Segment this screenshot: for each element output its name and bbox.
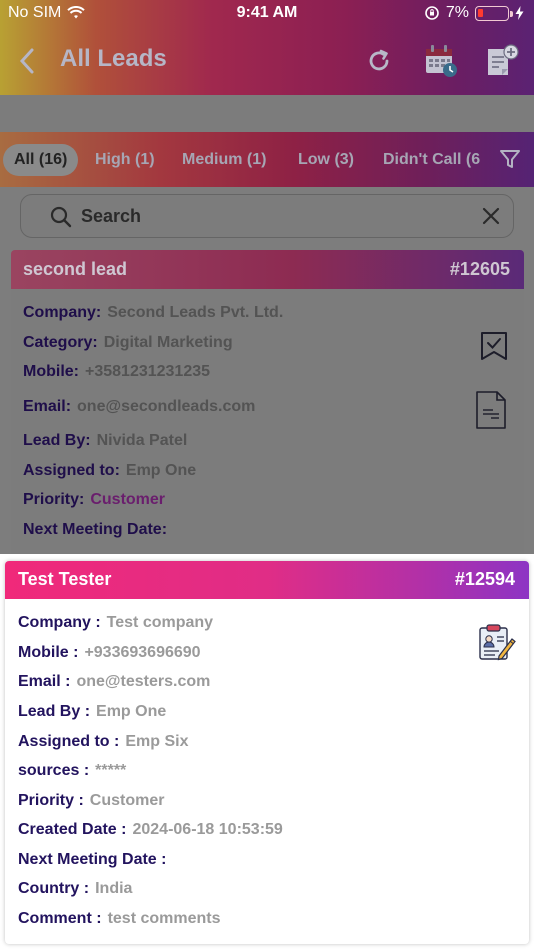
page-title: All Leads [60,45,167,72]
row-label: Next Meeting Date : [18,851,167,868]
row-value: India [95,880,133,897]
lead-name: Test Tester [18,569,112,589]
back-chevron-icon [19,48,34,74]
tab-low[interactable]: Low (3) [298,144,354,176]
lead-category-row: Category: Digital Marketing [23,334,233,352]
search-input[interactable]: Search [20,194,514,238]
clipboard-edit-icon [479,624,516,661]
add-note-button[interactable] [482,41,522,81]
row-value: Test company [106,614,214,631]
lead-number: #12594 [454,569,515,589]
tab-all[interactable]: All (16) [3,144,79,176]
row-value: Emp One [125,462,197,479]
battery-percent: 7% [445,4,469,21]
row-label: Assigned to : [18,733,120,750]
row-label: Company: [23,304,102,321]
lead-company-row: Company : Test company [18,614,213,632]
row-value: test comments [107,910,221,927]
tab-didnt-call[interactable]: Didn't Call (6 [383,144,480,176]
lead-leadby-row: Lead By: Nividа Patel [23,432,187,450]
lead-comment-row: Comment : test comments [18,910,220,928]
lead-priority-row: Priority : Customer [18,792,164,810]
row-value: Customer [90,491,166,508]
refresh-button[interactable] [359,41,399,81]
row-label: Priority : [18,792,84,809]
lead-company-row: Company: Second Leads Pvt. Ltd. [23,304,283,322]
row-label: Lead By: [23,432,91,449]
lead-next-meeting-row: Next Meeting Date : [18,851,172,869]
tab-high[interactable]: High (1) [95,144,155,176]
add-note-icon [488,44,519,75]
lead-card-header: Test Tester #12594 [5,561,529,599]
row-label: Comment : [18,910,102,927]
lead-mobile-row: Mobile : +933693696690 [18,644,201,662]
row-value: Digital Marketing [103,334,233,351]
row-value: Second Leads Pvt. Ltd. [107,304,284,321]
charging-icon [515,6,524,20]
document-icon[interactable] [473,390,509,430]
row-value: Emp Six [125,733,189,750]
row-value: Emp One [96,703,167,720]
refresh-icon [369,49,389,71]
row-value: one@secondleads.com [77,398,256,415]
nav-bar: All Leads [0,35,534,87]
row-label: Email: [23,398,72,415]
tab-medium[interactable]: Medium (1) [182,144,266,176]
lead-priority-row: Priority: Customer [23,491,165,509]
row-label: Company : [18,614,101,631]
filter-icon [500,150,520,168]
lead-next-meeting-row: Next Meeting Date: [23,521,173,539]
row-label: Next Meeting Date: [23,521,168,538]
clear-search-icon[interactable] [481,206,501,226]
row-label: Mobile : [18,644,79,661]
lead-name: second lead [23,259,128,279]
row-value: 2024-06-18 10:53:59 [132,821,283,838]
row-value: +3581231231235 [85,363,211,380]
row-label: Country : [18,880,90,897]
lead-email-row: Email: one@secondleads.com [23,398,255,416]
lead-created-date-row: Created Date : 2024-06-18 10:53:59 [18,821,283,839]
filter-button[interactable] [498,147,524,173]
tabs-scroll[interactable]: All (16) High (1) Medium (1) Low (3) Did… [0,132,483,187]
row-label: Created Date : [18,821,127,838]
status-bar: No SIM 9:41 AM 7% [0,0,534,28]
lead-email-row: Email : one@testers.com [18,673,210,691]
battery-icon [475,5,513,21]
row-label: Priority: [23,491,85,508]
lead-mobile-row: Mobile: +3581231231235 [23,363,210,381]
spacer-band [0,95,534,132]
row-label: Email : [18,673,71,690]
clipboard-edit-button[interactable] [477,622,517,662]
row-label: Assigned to: [23,462,120,479]
lead-country-row: Country : India [18,880,132,898]
row-value: one@testers.com [76,673,211,690]
row-value: Nividа Patel [96,432,188,449]
row-label: Category: [23,334,98,351]
checked-bookmark-icon[interactable] [479,330,509,362]
lead-sources-row: sources : ***** [18,762,126,780]
orientation-lock-icon [425,6,439,20]
search-placeholder: Search [81,206,142,226]
app-header: No SIM 9:41 AM 7% All Leads [0,0,534,95]
search-icon [50,206,72,228]
priority-filter-tabs: All (16) High (1) Medium (1) Low (3) Did… [0,132,534,187]
row-label: sources : [18,762,90,779]
lead-card-second-lead[interactable]: second lead #12605 Company: Second Leads … [11,250,524,554]
row-label: Lead By : [18,703,91,720]
row-value: Customer [89,792,165,809]
lead-assigned-row: Assigned to : Emp Six [18,733,188,751]
lead-number: #12605 [449,259,510,279]
back-button[interactable] [14,45,42,77]
calendar-icon [426,45,457,77]
lead-assigned-row: Assigned to: Emp One [23,462,196,480]
status-right: 7% [424,4,524,22]
lead-leadby-row: Lead By : Emp One [18,703,166,721]
row-value: +933693696690 [84,644,201,661]
row-value: ***** [95,762,127,779]
lead-card-test-tester[interactable]: Test Tester #12594 Company : Test company… [5,561,529,944]
calendar-button[interactable] [421,41,461,81]
row-label: Mobile: [23,363,79,380]
lead-card-header: second lead #12605 [11,250,524,289]
